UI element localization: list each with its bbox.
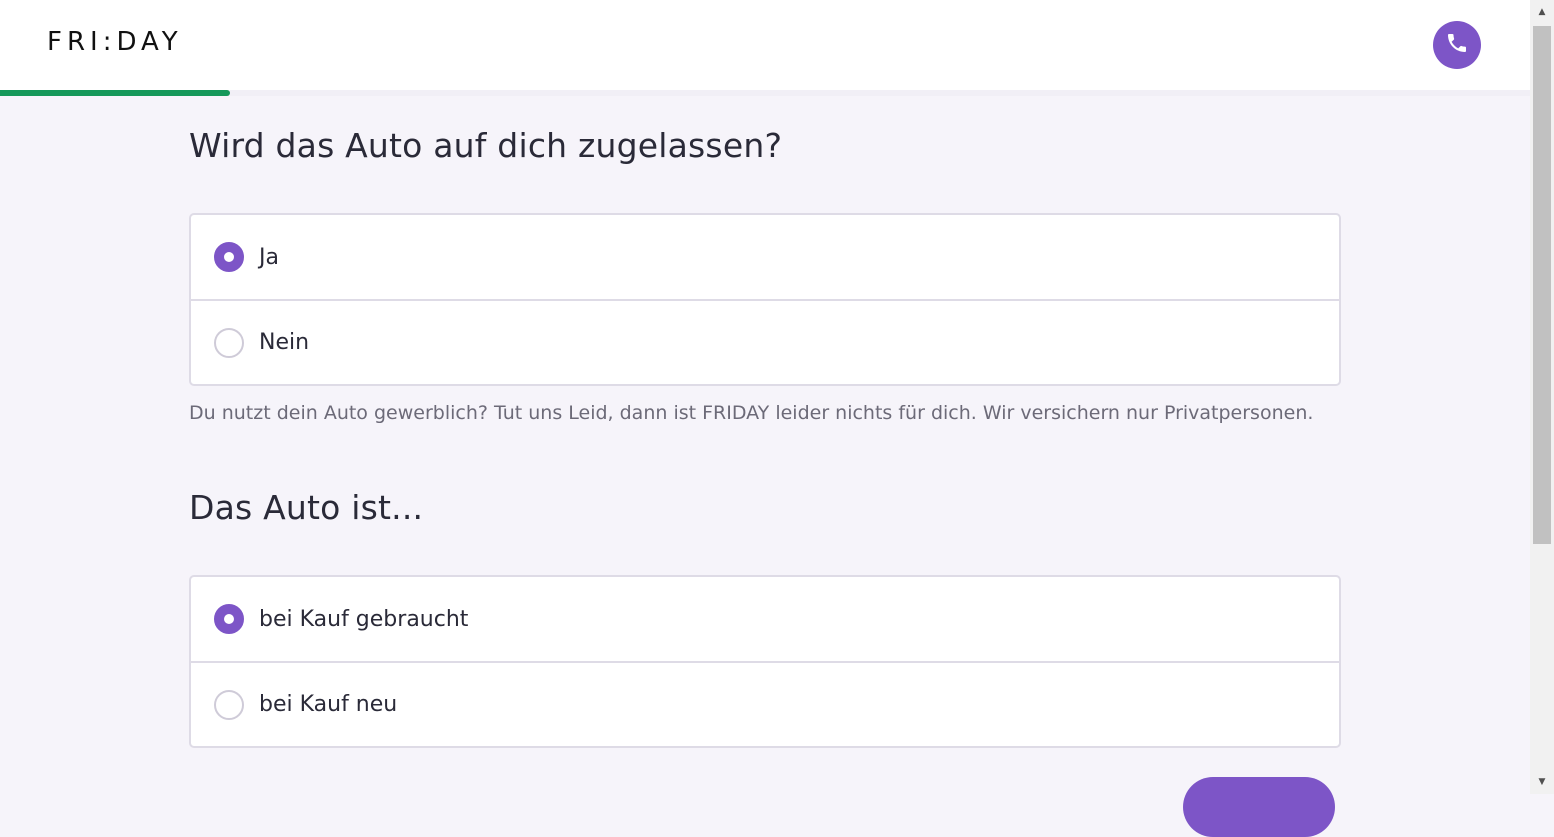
scroll-thumb[interactable] bbox=[1533, 26, 1551, 544]
commercial-use-note: Du nutzt dein Auto gewerblich? Tut uns L… bbox=[189, 402, 1314, 424]
scroll-up-arrow-icon[interactable]: ▲ bbox=[1530, 0, 1554, 24]
question-title-condition: Das Auto ist... bbox=[189, 488, 424, 527]
radio-used[interactable] bbox=[214, 604, 244, 634]
registration-options: Ja Nein bbox=[189, 213, 1341, 386]
scroll-down-arrow-icon[interactable]: ▼ bbox=[1530, 770, 1554, 794]
phone-icon bbox=[1445, 31, 1469, 59]
option-ja[interactable]: Ja bbox=[191, 215, 1339, 299]
option-label: Ja bbox=[259, 244, 279, 270]
progress-bar bbox=[0, 90, 1530, 96]
option-label: bei Kauf neu bbox=[259, 692, 398, 717]
option-label: Nein bbox=[259, 330, 310, 355]
option-nein[interactable]: Nein bbox=[191, 299, 1339, 384]
progress-fill bbox=[0, 90, 230, 96]
phone-button[interactable] bbox=[1433, 21, 1481, 69]
question-title-registration: Wird das Auto auf dich zugelassen? bbox=[189, 126, 783, 165]
radio-ja[interactable] bbox=[214, 242, 244, 272]
option-label: bei Kauf gebraucht bbox=[259, 606, 469, 632]
option-new[interactable]: bei Kauf neu bbox=[191, 661, 1339, 746]
radio-new[interactable] bbox=[214, 689, 244, 720]
option-used[interactable]: bei Kauf gebraucht bbox=[191, 577, 1339, 661]
scrollbar[interactable]: ▲ ▼ bbox=[1530, 0, 1554, 794]
form-content: Wird das Auto auf dich zugelassen? Ja Ne… bbox=[189, 120, 1341, 748]
radio-nein[interactable] bbox=[214, 327, 244, 358]
friday-logo[interactable]: FRI:DAY bbox=[47, 27, 183, 57]
header: FRI:DAY bbox=[0, 0, 1530, 90]
condition-options: bei Kauf gebraucht bei Kauf neu bbox=[189, 575, 1341, 748]
next-button[interactable] bbox=[1183, 777, 1335, 837]
